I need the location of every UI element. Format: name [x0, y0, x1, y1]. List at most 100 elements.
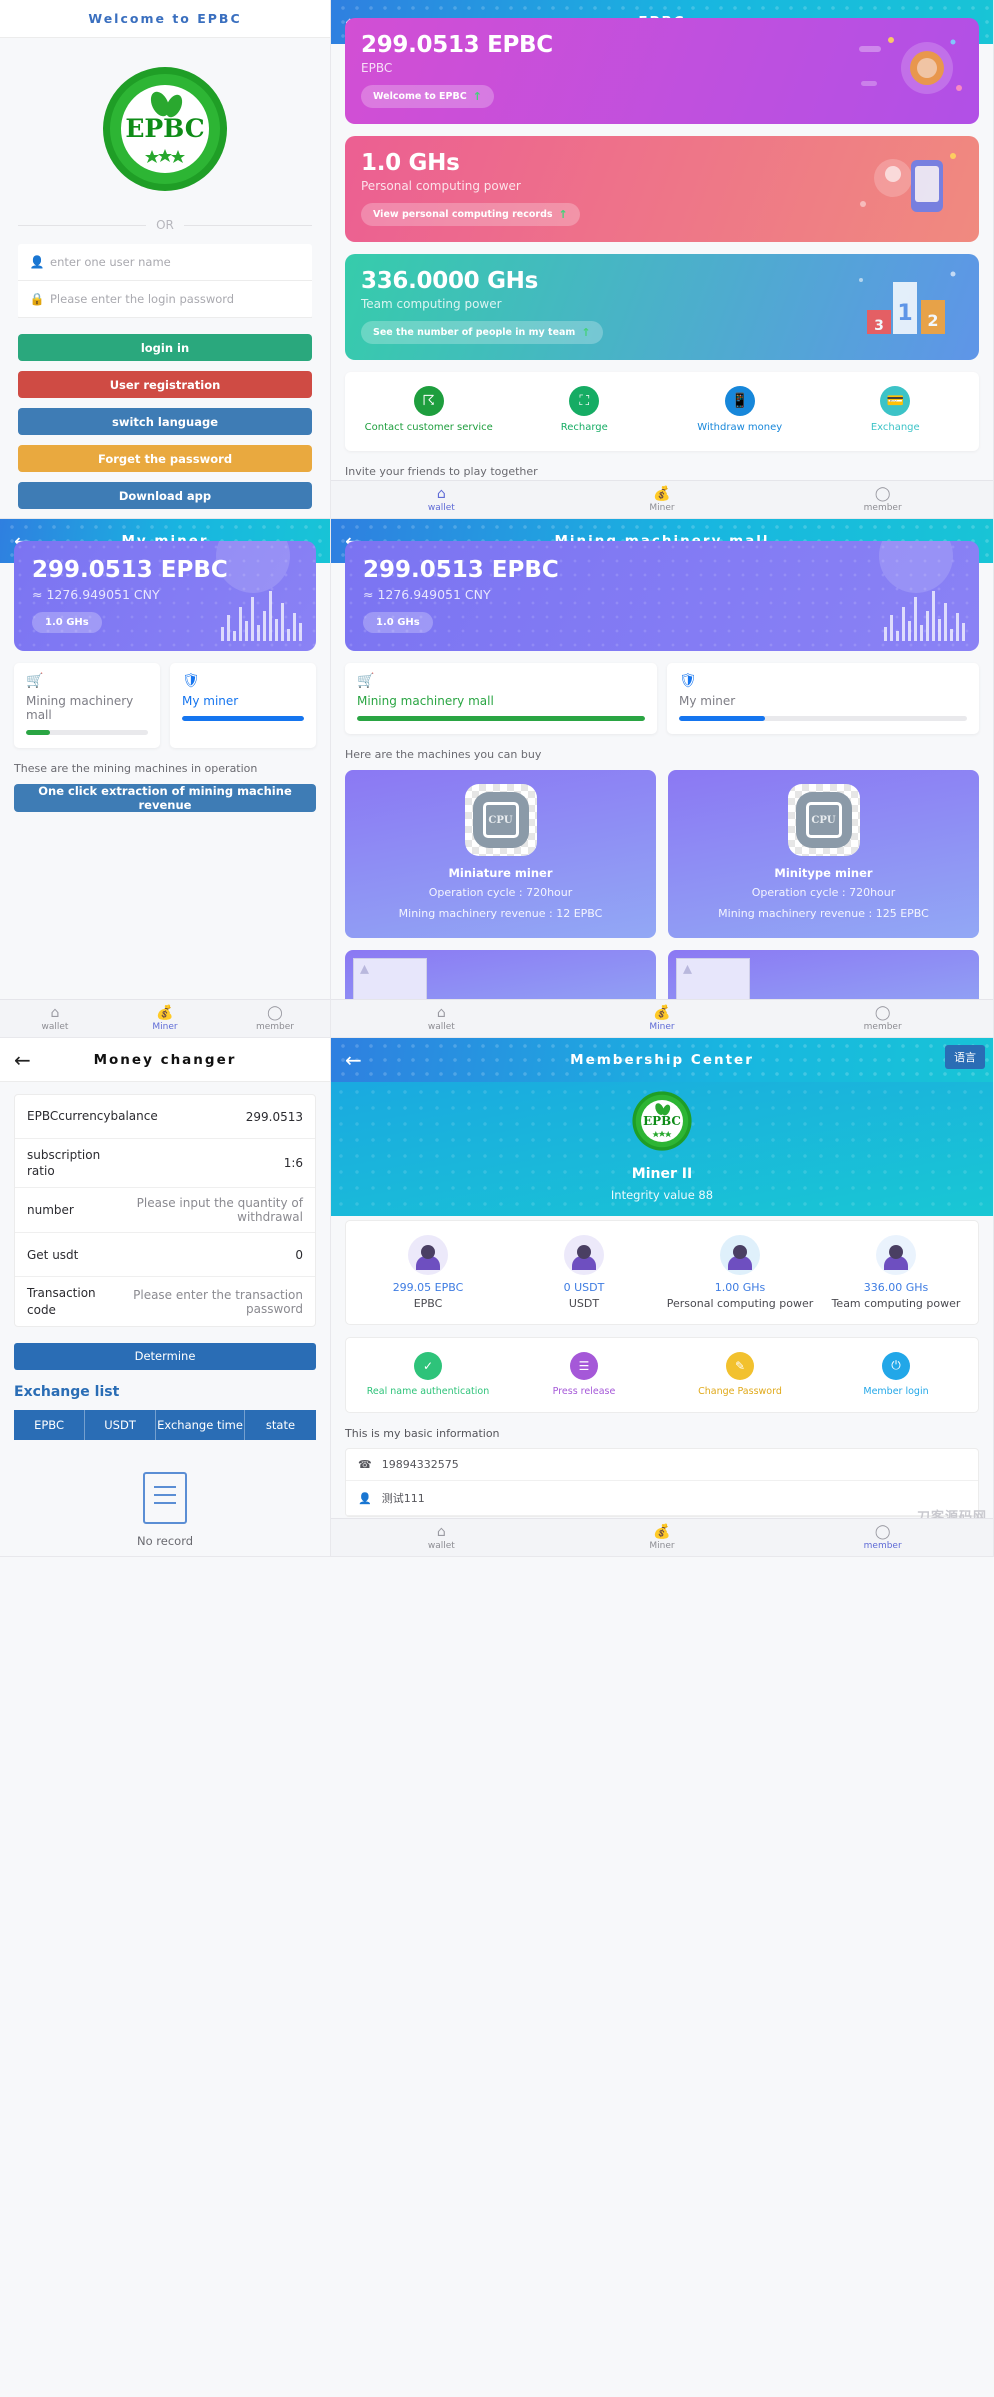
nav-member[interactable]: ◯ member	[220, 1006, 330, 1032]
wallet-panel: ← EPBC 299.0513 EPBC EPBC Welcome to EPB…	[331, 0, 994, 519]
power-icon: ⏻	[882, 1351, 910, 1380]
phone-icon: 📱	[724, 386, 755, 416]
view-personal-records-pill[interactable]: View personal computing records ↑	[361, 203, 580, 226]
progress-bar	[357, 716, 645, 721]
money-changer-panel: ← Money changer EPBCcurrencybalance 299.…	[0, 1038, 331, 1557]
nav-wallet[interactable]: ⌂ wallet	[331, 1006, 552, 1032]
coins-icon: 💰	[156, 1004, 174, 1021]
machine-card[interactable]: CPU Minitype miner Operation cycle : 720…	[668, 770, 979, 938]
tab-mining-machinery-mall[interactable]: 🛒 Mining machinery mall	[14, 663, 160, 748]
action-press-release[interactable]: ☰ Press release	[506, 1351, 662, 1398]
extract-revenue-button[interactable]: One click extraction of mining machine r…	[14, 784, 316, 812]
determine-button[interactable]: Determine	[14, 1342, 316, 1370]
transaction-password-input[interactable]: Please enter the transaction password	[119, 1288, 303, 1316]
member-rank: Miner II	[631, 1166, 693, 1182]
member-actions: ✓ Real name authentication ☰ Press relea…	[345, 1336, 979, 1414]
machine-card[interactable]: CPU Miniature miner Operation cycle : 72…	[345, 770, 656, 938]
tab-mining-machinery-mall[interactable]: 🛒 Mining machinery mall	[345, 663, 657, 734]
basic-info-title: This is my basic information	[345, 1427, 500, 1441]
welcome-pill[interactable]: Welcome to EPBC ↑	[361, 85, 494, 108]
nav-member[interactable]: ◯ member	[772, 487, 993, 513]
team-power-card: 336.0000 GHs Team computing power See th…	[345, 254, 979, 360]
stat-usdt[interactable]: 0 USDT USDT	[506, 1235, 662, 1312]
miner-balance-card: 299.0513 EPBC ≈ 1276.949051 CNY 1.0 GHs	[14, 541, 316, 651]
home-icon: ⌂	[50, 1004, 60, 1021]
exchange-form: EPBCcurrencybalance 299.0513 subscriptio…	[14, 1094, 316, 1327]
quick-action-withdraw-money[interactable]: 📱 Withdraw money	[662, 386, 818, 435]
basic-info-card: ☎ 19894332575 👤 测试111	[345, 1448, 979, 1518]
cart-icon: 🛒	[26, 673, 44, 689]
progress-bar	[182, 716, 304, 721]
stat-epbc[interactable]: 299.05 EPBC EPBC	[350, 1235, 506, 1312]
nav-miner[interactable]: 💰 Miner	[110, 1006, 220, 1032]
svg-text:2: 2	[927, 311, 938, 330]
member-stats: 299.05 EPBC EPBC 0 USDT USDT 1.00 GHs Pe…	[345, 1220, 979, 1325]
bar-chart-decoration	[884, 585, 965, 641]
coins-icon: 💰	[653, 1523, 671, 1540]
download-app-button[interactable]: Download app	[18, 482, 312, 509]
quick-action-recharge[interactable]: ⛶ Recharge	[507, 386, 663, 435]
basic-info-user: 👤 测试111	[346, 1481, 978, 1517]
svg-text:EPBC: EPBC	[125, 114, 204, 143]
mall-note: Here are the machines you can buy	[345, 748, 542, 761]
svg-text:EPBC: EPBC	[643, 1114, 681, 1128]
stat-team-power[interactable]: 336.00 GHs Team computing power	[818, 1235, 974, 1312]
nav-member[interactable]: ◯ member	[772, 1525, 993, 1551]
integrity-value: Integrity value 88	[610, 1188, 714, 1202]
mining-machinery-mall-panel: ← Mining machinery mall 299.0513 EPBC ≈ …	[331, 519, 994, 1038]
document-icon	[143, 1471, 187, 1524]
miner-ghs-badge: 1.0 GHs	[32, 612, 102, 633]
register-button[interactable]: User registration	[18, 371, 312, 398]
nav-wallet[interactable]: ⌂ wallet	[0, 1006, 110, 1032]
withdrawal-quantity-input[interactable]: Please input the quantity of withdrawal	[119, 1196, 303, 1224]
team-person-icon	[876, 1235, 916, 1275]
nav-wallet[interactable]: ⌂ wallet	[331, 1525, 552, 1551]
password-input[interactable]: 🔒 Please enter the login password	[18, 281, 312, 318]
form-row-balance: EPBCcurrencybalance 299.0513	[15, 1095, 315, 1139]
nav-miner[interactable]: 💰 Miner	[552, 1006, 773, 1032]
podium-illustration: 1 2 3	[859, 271, 956, 334]
action-real-name-authentication[interactable]: ✓ Real name authentication	[350, 1351, 506, 1398]
form-row-number[interactable]: number Please input the quantity of with…	[15, 1188, 315, 1234]
fuel-pump-icon: ⛶	[569, 386, 600, 416]
page-title: Welcome to EPBC	[88, 11, 242, 26]
stat-personal-power[interactable]: 1.00 GHs Personal computing power	[662, 1235, 818, 1312]
tab-my-miner[interactable]: 🛡 My miner	[170, 663, 316, 748]
forget-password-button[interactable]: Forget the password	[18, 445, 312, 472]
pencil-icon: ✎	[726, 1351, 754, 1380]
language-button[interactable]: 语言	[945, 1045, 985, 1069]
switch-language-button[interactable]: switch language	[18, 408, 312, 435]
nav-miner[interactable]: 💰 Miner	[552, 487, 773, 513]
coins-icon: 💰	[653, 1004, 671, 1021]
arrow-up-icon: ↑	[558, 208, 568, 221]
card-illustration	[859, 37, 962, 94]
coin-person-icon	[408, 1235, 448, 1275]
progress-bar	[679, 716, 967, 721]
miner-note: These are the mining machines in operati…	[14, 762, 258, 775]
user-circle-icon: ◯	[874, 485, 891, 502]
form-row-transaction-code[interactable]: Transaction code Please enter the transa…	[15, 1277, 315, 1325]
membership-hero: EPBC Miner II Integrity value 88	[331, 1082, 993, 1216]
quick-action-exchange[interactable]: 💳 Exchange	[818, 386, 974, 435]
nav-member[interactable]: ◯ member	[772, 1006, 993, 1032]
coins-icon: 💰	[653, 485, 671, 502]
nav-miner[interactable]: 💰 Miner	[552, 1525, 773, 1551]
nav-wallet[interactable]: ⌂ wallet	[331, 487, 552, 513]
login-header: Welcome to EPBC	[0, 0, 330, 38]
tab-my-miner[interactable]: 🛡 My miner	[667, 663, 979, 734]
action-change-password[interactable]: ✎ Change Password	[662, 1351, 818, 1398]
username-input[interactable]: 👤 enter one user name	[18, 244, 312, 281]
svg-text:3: 3	[874, 318, 884, 334]
action-member-login[interactable]: ⏻ Member login	[818, 1351, 974, 1398]
cart-icon: 🛒	[357, 673, 375, 689]
user-icon: 👤	[358, 1491, 372, 1505]
cpu-icon: CPU	[464, 784, 537, 856]
quick-action-contact-customer-service[interactable]: ☈ Contact customer service	[351, 386, 507, 435]
home-icon: ⌂	[436, 1523, 446, 1540]
back-arrow-icon[interactable]: ←	[14, 1048, 31, 1072]
bottom-nav: ⌂ wallet 💰 Miner ◯ member	[331, 1518, 993, 1556]
membership-header: ← Membership Center 语言	[331, 1038, 993, 1082]
team-members-pill[interactable]: See the number of people in my team ↑	[361, 321, 603, 344]
user-circle-icon: ◯	[874, 1004, 891, 1021]
login-button[interactable]: login in	[18, 334, 312, 361]
